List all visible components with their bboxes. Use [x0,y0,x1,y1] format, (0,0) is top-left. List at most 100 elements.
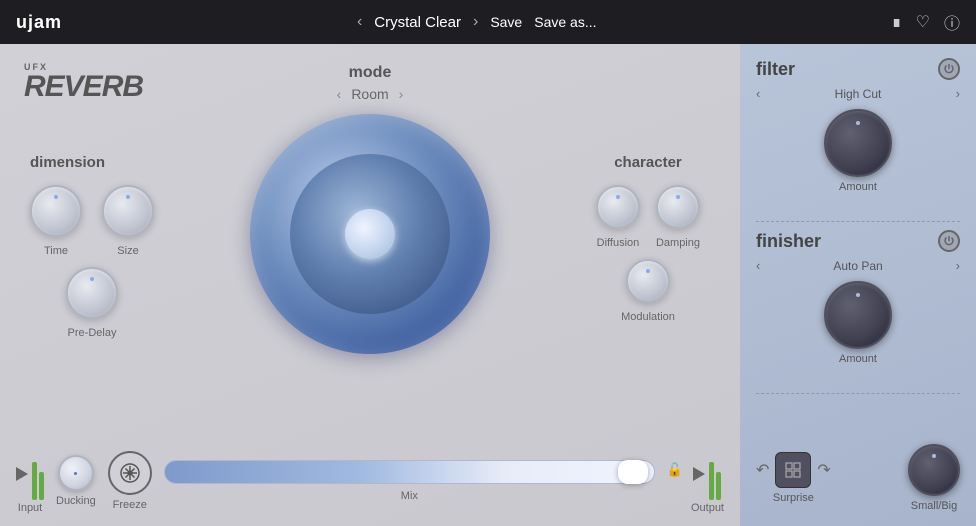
damping-knob[interactable] [656,185,700,229]
time-knob[interactable] [30,185,82,237]
preset-next-arrow[interactable]: › [473,13,478,31]
mix-group: 🔓 Mix [164,460,655,502]
finisher-knob-center [756,281,960,349]
reverb-sphere-area [240,104,500,364]
lock-icon[interactable]: 🔓 [667,462,683,478]
finisher-prev-arrow[interactable]: ‹ [756,258,760,273]
surprise-group: ↶ ↷ Surprise [756,452,831,504]
damping-knob-group: Damping [656,185,700,249]
damping-knob-dot [676,195,680,199]
output-group: Output [691,448,724,514]
filter-value: High Cut [835,87,882,101]
freeze-label: Freeze [113,499,147,511]
right-panel: filter ‹ High Cut › Amount [740,44,976,526]
diffusion-label: Diffusion [597,237,640,249]
bell-icon[interactable]: ♡ [916,12,930,32]
mode-value-row: ‹ Room › [337,86,404,102]
modulation-knob[interactable] [626,259,670,303]
finisher-nav-row: ‹ Auto Pan › [756,258,960,273]
size-label: Size [117,245,138,257]
mode-section: mode ‹ Room › [337,64,404,102]
modulation-label: Modulation [621,311,675,323]
preset-prev-arrow[interactable]: ‹ [357,13,362,31]
diffusion-knob-dot [616,195,620,199]
finisher-value: Auto Pan [833,259,882,273]
mix-label: Mix [401,490,418,502]
vu-bar-4 [716,472,721,500]
small-big-label: Small/Big [911,500,957,512]
main-layout: UFX REVERB mode ‹ Room › dimension [0,44,976,526]
mix-slider-track[interactable] [164,460,655,484]
reverb-sphere-core [345,209,395,259]
input-play-button[interactable] [16,467,28,481]
filter-title: filter [756,59,795,80]
time-label: Time [44,245,68,257]
size-knob-dot [126,195,130,199]
small-big-group: Small/Big [908,444,960,512]
input-meter-area [16,448,44,500]
output-play-button[interactable] [693,467,705,481]
character-knob-row: Diffusion Damping [596,185,700,249]
filter-header: filter [756,58,960,80]
top-bar: ujam ‹ Crystal Clear › Save Save as... ∎… [0,0,976,44]
dimension-section: dimension Time Size [30,154,154,339]
bottom-bar: Input Ducking [0,448,740,514]
preset-name: Crystal Clear [374,14,461,31]
dimension-knob-row: Time Size [30,185,154,257]
power-icon [943,63,955,75]
surprise-center-button[interactable] [775,452,811,488]
info-icon[interactable]: ⓘ [944,10,960,34]
finisher-power-button[interactable] [938,230,960,252]
filter-amount-knob[interactable] [824,109,892,177]
bottom-divider [756,393,960,394]
mode-value: Room [351,86,388,102]
finisher-amount-knob[interactable] [824,281,892,349]
modulation-row: Modulation [596,259,700,323]
vu-bar-1 [32,462,37,500]
mode-label: mode [337,64,404,82]
mode-prev-arrow[interactable]: ‹ [337,86,342,102]
filter-knob-center [756,109,960,177]
surprise-controls-row: ↶ ↷ [756,452,831,488]
panel-divider [756,221,960,222]
filter-next-arrow[interactable]: › [956,86,960,101]
predelay-knob-dot [90,277,94,281]
small-big-knob-dot [932,454,936,458]
input-label: Input [18,502,42,514]
preset-controls: ‹ Crystal Clear › Save Save as... [357,13,597,31]
finisher-next-arrow[interactable]: › [956,258,960,273]
character-section: character Diffusion Damping [596,154,700,323]
grid-surprise-icon [784,461,802,479]
freeze-icon [119,462,141,484]
small-big-knob[interactable] [908,444,960,496]
size-knob[interactable] [102,185,154,237]
save-button[interactable]: Save [490,14,522,30]
finisher-amount-label: Amount [756,353,960,365]
predelay-knob-group: Pre-Delay [30,267,154,339]
right-bottom-controls: ↶ ↷ Surprise [756,436,960,512]
mix-slider-thumb[interactable] [618,460,648,484]
grid-icon[interactable]: ∎ [891,12,901,32]
finisher-header: finisher [756,230,960,252]
character-title: character [596,154,700,171]
surprise-label: Surprise [773,492,814,504]
ducking-label: Ducking [56,495,96,507]
reverb-sphere-inner [290,154,450,314]
mode-next-arrow[interactable]: › [399,86,404,102]
predelay-label: Pre-Delay [68,327,117,339]
filter-knob-dot [856,121,860,125]
freeze-button[interactable] [108,451,152,495]
undo-icon[interactable]: ↶ [756,460,769,480]
redo-icon[interactable]: ↷ [817,460,830,480]
filter-prev-arrow[interactable]: ‹ [756,86,760,101]
plugin-logo: UFX REVERB [24,62,143,104]
predelay-knob[interactable] [66,267,118,319]
diffusion-knob[interactable] [596,185,640,229]
reverb-sphere-outer [250,114,490,354]
save-as-button[interactable]: Save as... [534,14,596,30]
filter-power-button[interactable] [938,58,960,80]
output-vu-meter [709,448,721,500]
vu-bar-3 [709,462,714,500]
ducking-knob[interactable] [58,455,94,491]
output-meter-area [693,448,721,500]
